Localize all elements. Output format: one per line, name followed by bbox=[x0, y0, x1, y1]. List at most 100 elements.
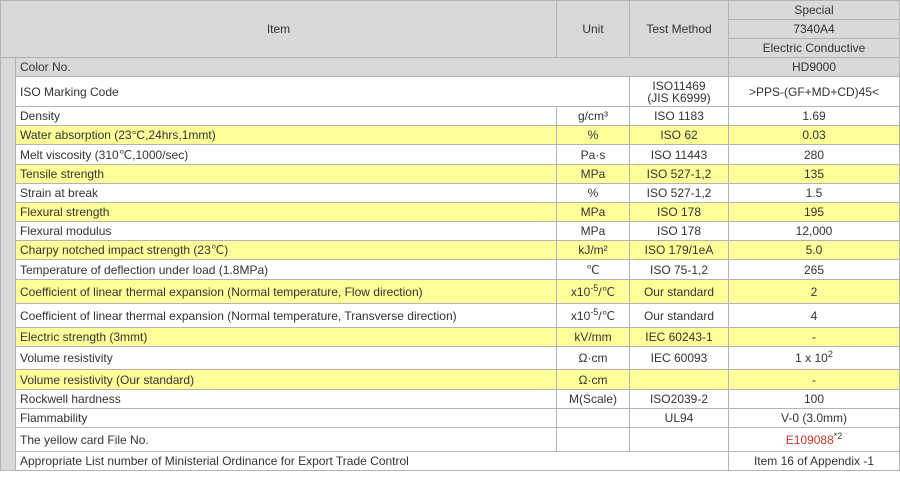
table-row: Flexural strength MPa ISO 178 195 bbox=[1, 202, 900, 222]
property-value: 1 x 102 bbox=[728, 346, 900, 370]
table-row: Volume resistivity Ω·cm IEC 60093 1 x 10… bbox=[1, 346, 900, 370]
table-row: Coefficient of linear thermal expansion … bbox=[1, 279, 900, 304]
property-name: Density bbox=[15, 106, 557, 126]
iso-marking-value: >PPS-(GF+MD+CD)45< bbox=[728, 76, 900, 107]
property-value: 2 bbox=[728, 279, 900, 304]
property-name: Coefficient of linear thermal expansion … bbox=[15, 303, 557, 328]
table-row: Flammability UL94 V-0 (3.0mm) bbox=[1, 408, 900, 428]
property-value: - bbox=[728, 369, 900, 390]
header-grade-special: Special bbox=[728, 0, 900, 20]
property-method: ISO 178 bbox=[629, 202, 729, 222]
property-name: Melt viscosity (310℃,1000/sec) bbox=[15, 144, 557, 165]
property-value: 195 bbox=[728, 202, 900, 222]
property-name: Coefficient of linear thermal expansion … bbox=[15, 279, 557, 304]
table-row: Flexural modulus MPa ISO 178 12,000 bbox=[1, 221, 900, 241]
property-unit: MPa bbox=[556, 202, 630, 222]
property-unit: ℃ bbox=[556, 259, 630, 280]
property-value: 0.03 bbox=[728, 125, 900, 145]
property-value: - bbox=[728, 327, 900, 347]
property-method: ISO 62 bbox=[629, 125, 729, 145]
property-unit: x10-5/℃ bbox=[556, 279, 630, 304]
table-row: Strain at break % ISO 527-1,2 1.5 bbox=[1, 183, 900, 203]
property-method: ISO 75-1,2 bbox=[629, 259, 729, 280]
property-unit bbox=[556, 408, 630, 428]
property-value: 12,000 bbox=[728, 221, 900, 241]
property-method: Our standard bbox=[629, 279, 729, 304]
property-unit: % bbox=[556, 183, 630, 203]
property-name: Tensile strength bbox=[15, 164, 557, 184]
property-name: Flammability bbox=[15, 408, 557, 428]
property-method bbox=[629, 369, 729, 390]
iso-marking-method: ISO11469 (JIS K6999) bbox=[629, 76, 729, 107]
table-row: Coefficient of linear thermal expansion … bbox=[1, 303, 900, 328]
property-method: Our standard bbox=[629, 303, 729, 328]
property-unit: Pa·s bbox=[556, 144, 630, 165]
property-method bbox=[629, 427, 729, 452]
property-value: 135 bbox=[728, 164, 900, 184]
table-row: Appropriate List number of Ministerial O… bbox=[1, 451, 900, 471]
property-value: 4 bbox=[728, 303, 900, 328]
table-row: Rockwell hardness M(Scale) ISO2039-2 100 bbox=[1, 389, 900, 409]
property-method: ISO 527-1,2 bbox=[629, 164, 729, 184]
property-name: Flexural strength bbox=[15, 202, 557, 222]
table-row: The yellow card File No. E109088*2 bbox=[1, 427, 900, 452]
table-row: Volume resistivity (Our standard) Ω·cm - bbox=[1, 369, 900, 390]
property-value: 5.0 bbox=[728, 240, 900, 260]
property-unit: g/cm³ bbox=[556, 106, 630, 126]
property-value: 265 bbox=[728, 259, 900, 280]
table-row: Water absorption (23°C,24hrs,1mmt) % ISO… bbox=[1, 125, 900, 145]
property-name: The yellow card File No. bbox=[15, 427, 557, 452]
row-gutter bbox=[0, 57, 16, 471]
property-method: ISO 11443 bbox=[629, 144, 729, 165]
iso-marking-method-line2: (JIS K6999) bbox=[647, 90, 711, 105]
property-unit: x10-5/℃ bbox=[556, 303, 630, 328]
property-value: 280 bbox=[728, 144, 900, 165]
property-method: ISO 527-1,2 bbox=[629, 183, 729, 203]
property-name: Flexural modulus bbox=[15, 221, 557, 241]
table-row: Density g/cm³ ISO 1183 1.69 bbox=[1, 106, 900, 126]
property-name: Temperature of deflection under load (1.… bbox=[15, 259, 557, 280]
color-no-value: HD9000 bbox=[728, 57, 900, 77]
property-name: Appropriate List number of Ministerial O… bbox=[15, 451, 729, 471]
footnote-mark: *2 bbox=[833, 430, 843, 441]
property-name: Volume resistivity (Our standard) bbox=[15, 369, 557, 390]
property-unit: Ω·cm bbox=[556, 346, 630, 370]
table-row: Temperature of deflection under load (1.… bbox=[1, 259, 900, 280]
property-method: ISO2039-2 bbox=[629, 389, 729, 409]
property-unit: MPa bbox=[556, 221, 630, 241]
property-name: Volume resistivity bbox=[15, 346, 557, 370]
iso-marking-label: ISO Marking Code bbox=[15, 76, 630, 107]
property-method: UL94 bbox=[629, 408, 729, 428]
properties-table: Item Unit Test Method Special 7340A4 Ele… bbox=[0, 0, 900, 471]
property-method: IEC 60243-1 bbox=[629, 327, 729, 347]
property-name: Electric strength (3mmt) bbox=[15, 327, 557, 347]
header-item: Item bbox=[0, 0, 557, 58]
yellow-card-link[interactable]: E109088 bbox=[786, 433, 834, 447]
property-value: 1.69 bbox=[728, 106, 900, 126]
property-value: 1.5 bbox=[728, 183, 900, 203]
property-unit: kV/mm bbox=[556, 327, 630, 347]
header-grade-code: 7340A4 bbox=[728, 19, 900, 39]
table-row: Tensile strength MPa ISO 527-1,2 135 bbox=[1, 164, 900, 184]
property-unit bbox=[556, 427, 630, 452]
property-method: ISO 1183 bbox=[629, 106, 729, 126]
property-unit: Ω·cm bbox=[556, 369, 630, 390]
table-row: Charpy notched impact strength (23℃) kJ/… bbox=[1, 240, 900, 260]
property-name: Strain at break bbox=[15, 183, 557, 203]
property-unit: kJ/m² bbox=[556, 240, 630, 260]
property-method: ISO 178 bbox=[629, 221, 729, 241]
property-name: Rockwell hardness bbox=[15, 389, 557, 409]
table-row: Electric strength (3mmt) kV/mm IEC 60243… bbox=[1, 327, 900, 347]
property-name: Water absorption (23°C,24hrs,1mmt) bbox=[15, 125, 557, 145]
header-grade-type: Electric Conductive bbox=[728, 38, 900, 58]
color-no-label: Color No. bbox=[15, 57, 729, 77]
property-name: Charpy notched impact strength (23℃) bbox=[15, 240, 557, 260]
property-value: Item 16 of Appendix -1 bbox=[728, 451, 900, 471]
property-unit: M(Scale) bbox=[556, 389, 630, 409]
property-method: ISO 179/1eA bbox=[629, 240, 729, 260]
header-unit: Unit bbox=[556, 0, 630, 58]
table-row: Melt viscosity (310℃,1000/sec) Pa·s ISO … bbox=[1, 144, 900, 165]
property-value: E109088*2 bbox=[728, 427, 900, 452]
property-value: 100 bbox=[728, 389, 900, 409]
property-unit: MPa bbox=[556, 164, 630, 184]
